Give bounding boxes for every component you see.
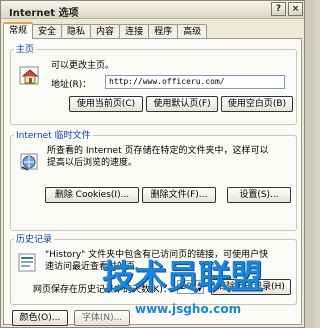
settings-button[interactable]: 设置(S)... (227, 187, 291, 203)
title-bar[interactable]: Internet 选项 ? × (1, 1, 304, 19)
watermark-url: www.jsgho.com (135, 302, 242, 316)
history-group-title: 历史记录 (14, 232, 55, 245)
temp-files-description-1: 所查看的 Internet 页存储在特定的文件夹中，这样可以 (47, 146, 269, 156)
use-current-page-button[interactable]: 使用当前页(C) (69, 96, 143, 112)
homepage-description: 可以更改主页。 (51, 61, 115, 71)
use-default-page-button[interactable]: 使用默认页(F) (146, 96, 218, 112)
tab-content[interactable]: 内容 (90, 24, 121, 39)
window-title: Internet 选项 (9, 8, 79, 19)
tab-security[interactable]: 安全 (32, 24, 63, 39)
help-button[interactable]: ? (271, 2, 286, 16)
temp-files-group-title: Internet 临时文件 (14, 128, 93, 141)
tab-general[interactable]: 常规 (3, 22, 34, 39)
history-icon (17, 252, 39, 274)
tab-advanced[interactable]: 高级 (177, 24, 208, 39)
house-icon (19, 64, 41, 86)
homepage-address-input[interactable]: http://www.officeru.com/ (105, 75, 285, 89)
watermark-logo-text: 技术员联盟 (102, 257, 263, 296)
homepage-group-title: 主页 (14, 42, 37, 55)
temp-files-description-2: 提高以后浏览的速度。 (47, 158, 138, 168)
delete-cookies-button[interactable]: 删除 Cookies(I)... (45, 187, 139, 203)
homepage-group: 主页 可以更改主页。 地址(R)： http://www.officeru.co… (10, 42, 297, 125)
tab-programs[interactable]: 程序 (148, 24, 179, 39)
delete-files-button[interactable]: 删除文件(F)... (142, 187, 216, 203)
temp-files-icon (19, 150, 41, 172)
use-blank-page-button[interactable]: 使用空白页(B) (221, 96, 293, 112)
close-button[interactable]: × (288, 2, 303, 16)
fonts-button[interactable]: 字体(N)... (74, 310, 130, 326)
address-label: 地址(R)： (51, 80, 92, 90)
tab-strip: 常规 安全 隐私 内容 连接 程序 高级 (3, 22, 208, 39)
temp-files-group: Internet 临时文件 所查看的 Internet 页存储在特定的文件夹中，… (10, 128, 297, 231)
tab-connections[interactable]: 连接 (119, 24, 150, 39)
tab-privacy[interactable]: 隐私 (61, 24, 92, 39)
colors-button[interactable]: 颜色(O)... (12, 310, 68, 326)
